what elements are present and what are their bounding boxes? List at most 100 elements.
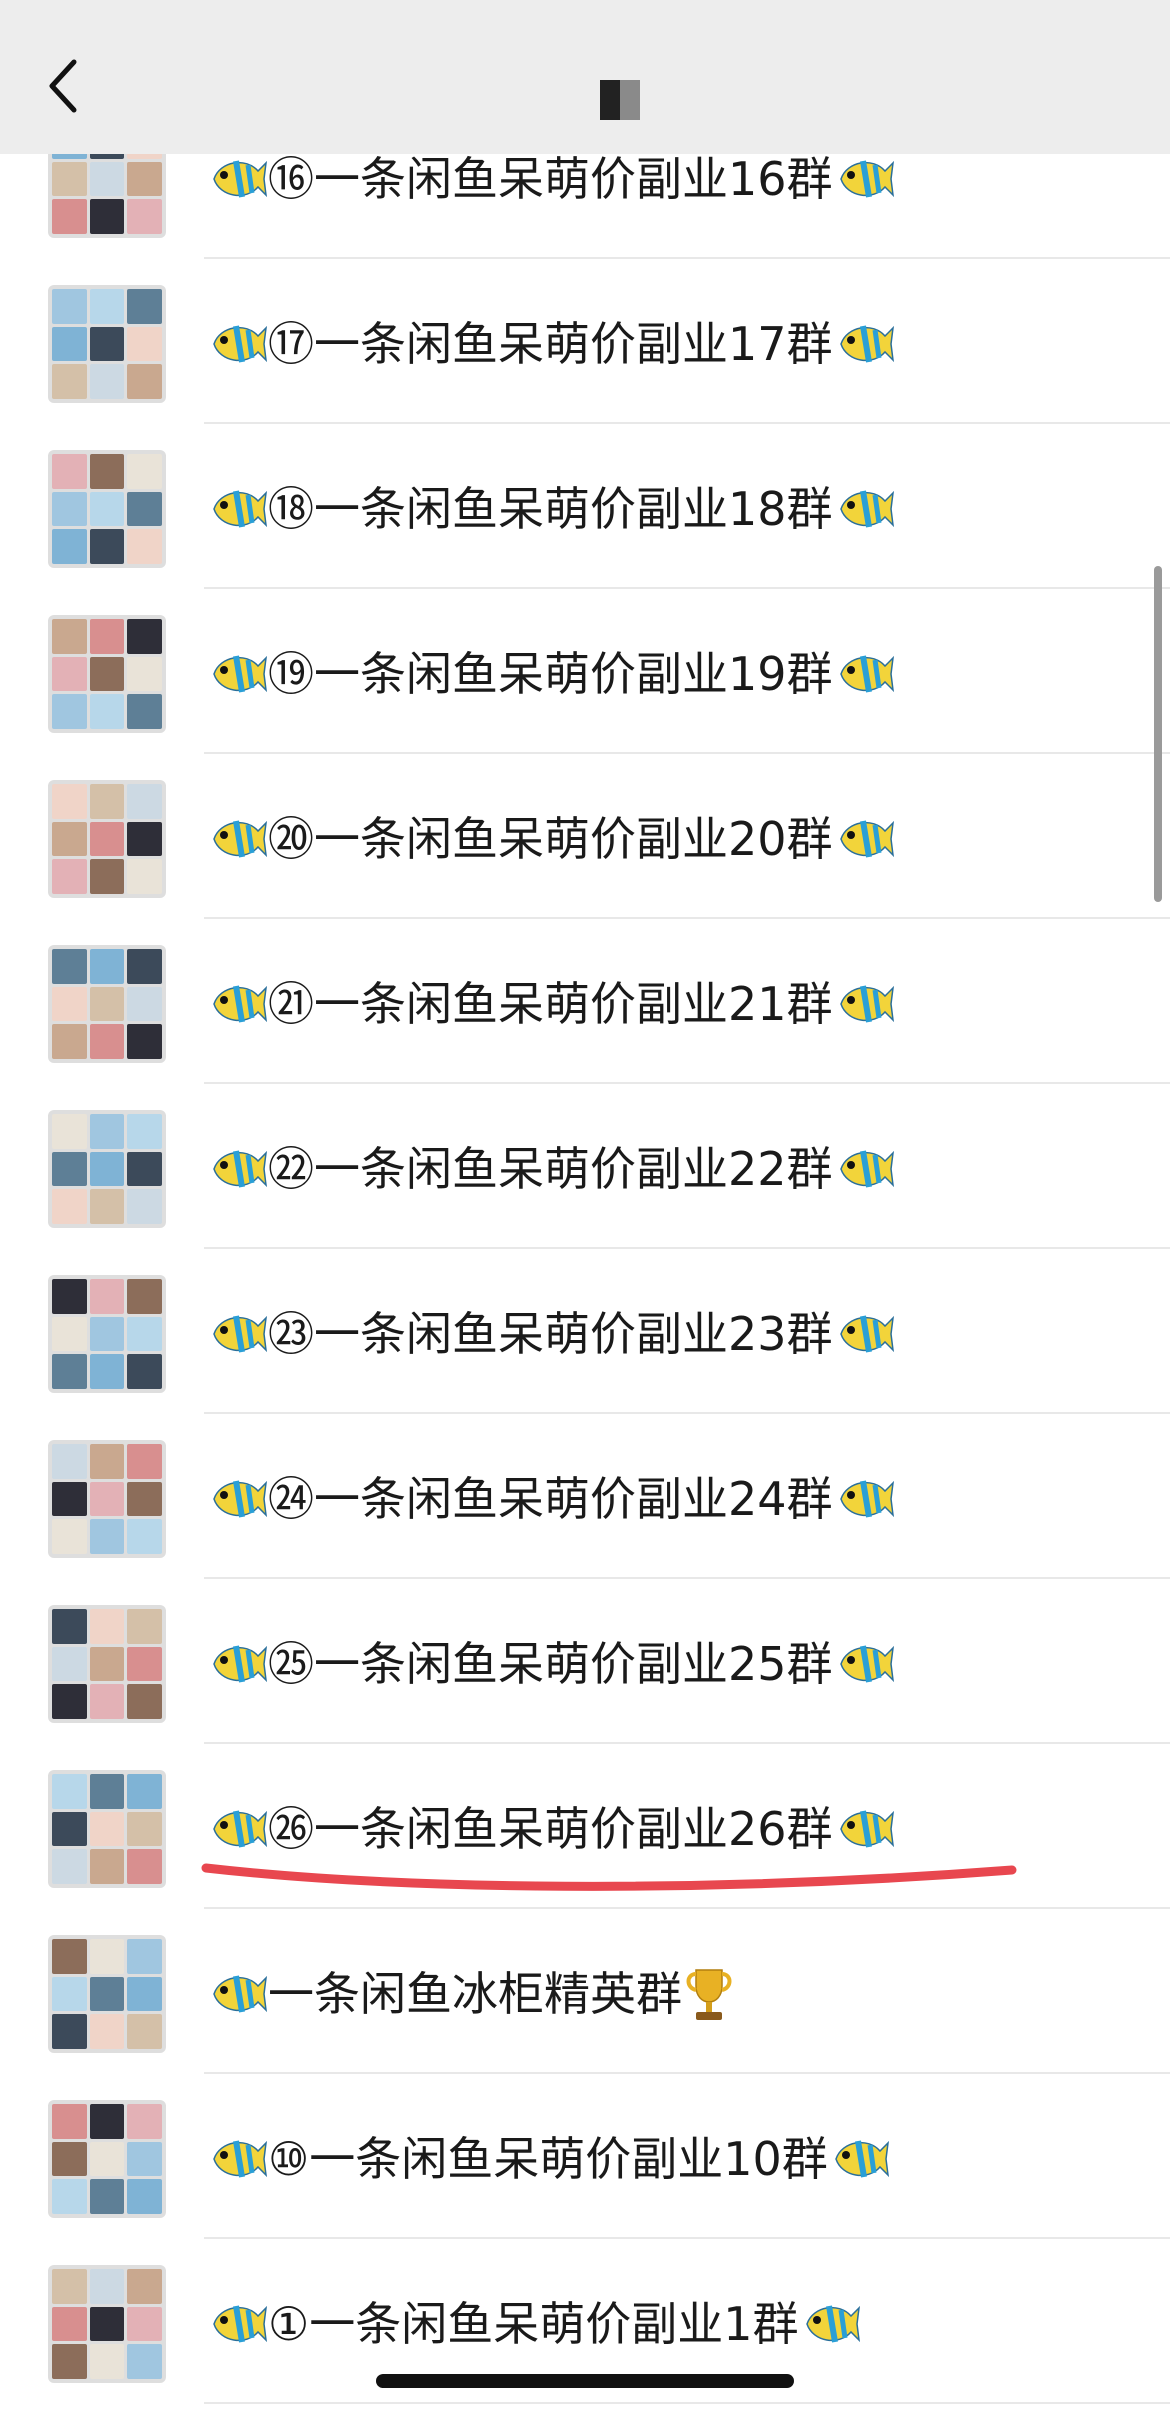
fish-icon (213, 2140, 268, 2177)
group-avatar (48, 2100, 166, 2218)
fish-icon (213, 1975, 268, 2012)
navigation-bar (0, 0, 1170, 154)
group-number-prefix: ① (268, 2297, 310, 2351)
fish-icon (213, 655, 268, 692)
group-name-text: 一条闲鱼呆萌价副业24群 (314, 1472, 833, 1526)
group-avatar (48, 1935, 166, 2053)
group-name: ⑱一条闲鱼呆萌价副业18群 (206, 474, 895, 544)
group-name-text: 一条闲鱼呆萌价副业1群 (309, 2297, 799, 2351)
group-name-text: 一条闲鱼呆萌价副业16群 (314, 152, 833, 206)
scrollbar[interactable] (1154, 566, 1162, 902)
group-row[interactable]: ㉔一条闲鱼呆萌价副业24群 (0, 1414, 1170, 1579)
group-name-text: 一条闲鱼呆萌价副业21群 (314, 977, 833, 1031)
fish-icon (213, 1150, 268, 1187)
group-name: ⑳一条闲鱼呆萌价副业20群 (206, 804, 895, 874)
fish-icon (213, 325, 268, 362)
group-avatar (48, 2265, 166, 2383)
fish-icon (213, 1315, 268, 1352)
group-name-text: 一条闲鱼冰柜精英群 (268, 1967, 682, 2021)
group-name: ㉒一条闲鱼呆萌价副业22群 (206, 1134, 895, 1204)
group-avatar (48, 1275, 166, 1393)
group-number-prefix: ㉖ (268, 1802, 314, 1856)
fish-icon (213, 2305, 268, 2342)
title-redacted-block (600, 80, 640, 120)
group-number-prefix: ⑩ (268, 2132, 310, 2186)
home-indicator[interactable] (376, 2374, 794, 2388)
group-avatar (48, 1770, 166, 1888)
group-avatar (48, 1110, 166, 1228)
group-avatar (48, 1440, 166, 1558)
group-row[interactable]: ㉒一条闲鱼呆萌价副业22群 (0, 1084, 1170, 1249)
group-row[interactable]: 一条闲鱼冰柜精英群 (0, 1909, 1170, 2074)
group-name: ⑯一条闲鱼呆萌价副业16群 (206, 144, 895, 214)
fish-icon (213, 820, 268, 857)
group-name-text: 一条闲鱼呆萌价副业17群 (314, 317, 833, 371)
group-avatar (48, 615, 166, 733)
group-number-prefix: ⑲ (268, 647, 314, 701)
group-avatar (48, 945, 166, 1063)
group-name: 一条闲鱼冰柜精英群 (206, 1959, 736, 2029)
group-name-text: 一条闲鱼呆萌价副业19群 (314, 647, 833, 701)
fish-icon (839, 985, 894, 1022)
group-name: ⑩一条闲鱼呆萌价副业10群 (206, 2124, 890, 2194)
group-row[interactable]: ㉑一条闲鱼呆萌价副业21群 (0, 919, 1170, 1084)
fish-icon (213, 490, 268, 527)
group-number-prefix: ⑰ (268, 317, 314, 371)
fish-icon (839, 490, 894, 527)
group-name-text: 一条闲鱼呆萌价副业25群 (314, 1637, 833, 1691)
group-name: ⑰一条闲鱼呆萌价副业17群 (206, 309, 895, 379)
group-name: ㉓一条闲鱼呆萌价副业23群 (206, 1299, 895, 1369)
fish-icon (835, 2140, 889, 2177)
chevron-left-icon[interactable] (44, 56, 84, 116)
group-name: ㉑一条闲鱼呆萌价副业21群 (206, 969, 895, 1039)
group-number-prefix: ⑱ (268, 482, 314, 536)
group-number-prefix: ㉒ (268, 1142, 314, 1196)
group-avatar (48, 285, 166, 403)
group-avatar (48, 450, 166, 568)
group-name: ㉔一条闲鱼呆萌价副业24群 (206, 1464, 895, 1534)
group-row[interactable]: ⑳一条闲鱼呆萌价副业20群 (0, 754, 1170, 919)
group-number-prefix: ㉓ (268, 1307, 314, 1361)
fish-icon (213, 1645, 268, 1682)
group-chat-list: ⑯一条闲鱼呆萌价副业16群 ⑰一条闲鱼呆萌价副业17群 ⑱一条闲鱼呆萌价副业18… (0, 94, 1170, 2404)
group-row[interactable]: ㉕一条闲鱼呆萌价副业25群 (0, 1579, 1170, 1744)
fish-icon (839, 1315, 894, 1352)
fish-icon (839, 1480, 894, 1517)
group-number-prefix: ⑳ (268, 812, 314, 866)
group-name-text: 一条闲鱼呆萌价副业10群 (309, 2132, 828, 2186)
fish-icon (839, 1150, 894, 1187)
group-name: ⑲一条闲鱼呆萌价副业19群 (206, 639, 895, 709)
group-row[interactable]: ⑰一条闲鱼呆萌价副业17群 (0, 259, 1170, 424)
group-name-text: 一条闲鱼呆萌价副业22群 (314, 1142, 833, 1196)
group-name-text: 一条闲鱼呆萌价副业23群 (314, 1307, 833, 1361)
group-number-prefix: ㉔ (268, 1472, 314, 1526)
group-name-text: 一条闲鱼呆萌价副业20群 (314, 812, 833, 866)
fish-icon (839, 1645, 894, 1682)
group-number-prefix: ⑯ (268, 152, 314, 206)
fish-icon (839, 325, 894, 362)
red-underline-annotation (201, 1863, 1017, 1891)
group-row[interactable]: ⑱一条闲鱼呆萌价副业18群 (0, 424, 1170, 589)
group-row[interactable]: ⑩一条闲鱼呆萌价副业10群 (0, 2074, 1170, 2239)
group-row[interactable]: ⑲一条闲鱼呆萌价副业19群 (0, 589, 1170, 754)
fish-icon (839, 820, 894, 857)
group-avatar (48, 1605, 166, 1723)
fish-icon (839, 160, 894, 197)
group-name-text: 一条闲鱼呆萌价副业18群 (314, 482, 833, 536)
group-name: ㉕一条闲鱼呆萌价副业25群 (206, 1629, 895, 1699)
fish-icon (839, 655, 894, 692)
fish-icon (213, 1810, 268, 1847)
group-name: ①一条闲鱼呆萌价副业1群 (206, 2289, 861, 2359)
group-number-prefix: ㉑ (268, 977, 314, 1031)
fish-icon (213, 160, 268, 197)
group-name-text: 一条闲鱼呆萌价副业26群 (314, 1802, 833, 1856)
fish-icon (839, 1810, 894, 1847)
fish-icon (805, 2305, 860, 2342)
group-number-prefix: ㉕ (268, 1637, 314, 1691)
row-divider (204, 2402, 1170, 2404)
group-avatar (48, 780, 166, 898)
trophy-icon (686, 1968, 732, 2020)
group-row[interactable]: ㉓一条闲鱼呆萌价副业23群 (0, 1249, 1170, 1414)
fish-icon (213, 1480, 268, 1517)
fish-icon (213, 985, 268, 1022)
